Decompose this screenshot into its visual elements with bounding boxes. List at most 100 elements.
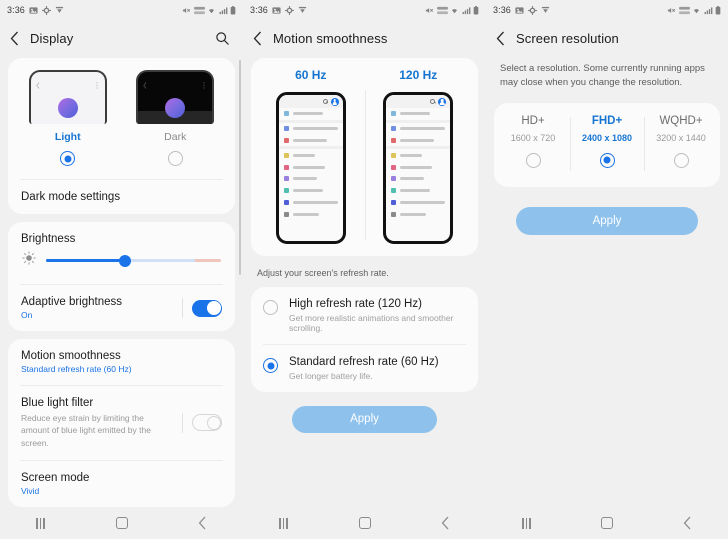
apply-button[interactable]: Apply bbox=[516, 206, 698, 235]
option-high-refresh-rate[interactable]: High refresh rate (120 Hz) Get more real… bbox=[251, 287, 478, 344]
download-icon bbox=[541, 6, 550, 15]
resolution-dimensions: 3200 x 1440 bbox=[656, 132, 706, 143]
mock-item-label bbox=[292, 189, 323, 193]
theme-radio-dark-wrap[interactable] bbox=[167, 151, 183, 171]
theme-options: Light Dark bbox=[8, 58, 235, 179]
back-icon[interactable] bbox=[426, 516, 466, 530]
home-icon[interactable] bbox=[102, 517, 142, 529]
brightness-card: Brightness Adaptive brightness On bbox=[8, 222, 235, 331]
signal-icon bbox=[704, 6, 713, 15]
row-blue-light-filter[interactable]: Blue light filter Reduce eye strain by l… bbox=[8, 386, 235, 460]
back-icon[interactable] bbox=[10, 31, 30, 46]
mock-item-icon bbox=[283, 164, 289, 170]
mock-item-icon bbox=[391, 164, 397, 170]
theme-option-dark[interactable]: Dark bbox=[122, 70, 230, 175]
page-title: Display bbox=[30, 30, 74, 46]
option-title: High refresh rate (120 Hz) bbox=[289, 298, 422, 310]
mock-item-label bbox=[400, 138, 435, 142]
theme-radio-light-wrap[interactable] bbox=[60, 151, 76, 171]
display-options-card: Motion smoothness Standard refresh rate … bbox=[8, 339, 235, 507]
theme-label-dark: Dark bbox=[164, 131, 187, 143]
nav-bar bbox=[486, 507, 728, 539]
blue-light-filter-toggle[interactable] bbox=[192, 414, 222, 432]
row-motion-smoothness[interactable]: Motion smoothness Standard refresh rate … bbox=[8, 339, 235, 385]
wifi-icon bbox=[207, 6, 216, 15]
app-bar-motion: Motion smoothness bbox=[243, 20, 486, 56]
back-icon[interactable] bbox=[668, 516, 708, 530]
status-bar-right bbox=[425, 5, 479, 15]
resolution-radio-wqhd[interactable] bbox=[673, 152, 689, 173]
mock-item-icon bbox=[391, 152, 397, 158]
app-bar-display: Display bbox=[0, 20, 243, 56]
radio-standard-refresh[interactable] bbox=[263, 358, 279, 378]
status-time: 3:36 bbox=[493, 5, 511, 15]
back-icon[interactable] bbox=[496, 31, 516, 46]
search-icon bbox=[430, 99, 436, 104]
resolution-radio-hd[interactable] bbox=[525, 152, 541, 173]
status-bar-left: 3:36 bbox=[250, 5, 307, 15]
row-title: Blue light filter bbox=[21, 397, 94, 409]
app-bar-resolution: Screen resolution bbox=[486, 20, 728, 56]
toggle-knob bbox=[206, 415, 221, 430]
mock-item-icon bbox=[283, 188, 289, 194]
preview-back-icon bbox=[36, 76, 40, 89]
mock-item-label bbox=[400, 112, 431, 116]
adaptive-brightness-toggle[interactable] bbox=[192, 299, 222, 317]
mock-item-label bbox=[400, 177, 425, 181]
recents-icon[interactable] bbox=[264, 517, 304, 529]
option-title: Standard refresh rate (60 Hz) bbox=[289, 356, 439, 368]
apply-button[interactable]: Apply bbox=[292, 406, 437, 433]
scrollbar[interactable] bbox=[239, 60, 241, 275]
signal-icon bbox=[219, 6, 228, 15]
screenshot-icon bbox=[272, 6, 281, 15]
radio-high-refresh[interactable] bbox=[263, 300, 279, 320]
avatar bbox=[330, 97, 339, 106]
recents-icon[interactable] bbox=[506, 517, 546, 529]
row-title: Dark mode settings bbox=[21, 191, 121, 203]
mock-list-item bbox=[386, 123, 450, 135]
blue-light-toggle-group[interactable] bbox=[182, 412, 222, 433]
resolution-option-hd[interactable]: HD+ 1600 x 720 bbox=[496, 115, 570, 173]
mock-item-label bbox=[400, 165, 433, 169]
home-icon[interactable] bbox=[587, 517, 627, 529]
download-icon bbox=[298, 6, 307, 15]
row-adaptive-brightness[interactable]: Adaptive brightness On bbox=[8, 285, 235, 331]
resolution-name: FHD+ bbox=[591, 114, 623, 127]
brightness-slider[interactable] bbox=[46, 254, 221, 268]
back-icon[interactable] bbox=[253, 31, 273, 46]
option-standard-refresh-rate[interactable]: Standard refresh rate (60 Hz) Get longer… bbox=[251, 345, 478, 392]
mock-list-item bbox=[279, 161, 343, 173]
theme-option-light[interactable]: Light bbox=[14, 70, 122, 175]
preview-label-120hz: 120 Hz bbox=[399, 68, 438, 82]
screen-display: 3:36 Display Light Dark Dark mode settin… bbox=[0, 0, 243, 539]
status-time: 3:36 bbox=[7, 5, 25, 15]
row-screen-mode[interactable]: Screen mode Vivid bbox=[8, 461, 235, 507]
recents-icon[interactable] bbox=[21, 517, 61, 529]
option-text: Standard refresh rate (60 Hz) Get longer… bbox=[279, 356, 439, 381]
theme-radio-light[interactable] bbox=[60, 151, 76, 166]
refresh-rate-note: Adjust your screen's refresh rate. bbox=[257, 268, 389, 278]
refresh-rate-options-card: High refresh rate (120 Hz) Get more real… bbox=[251, 287, 478, 392]
row-dark-mode-settings[interactable]: Dark mode settings bbox=[8, 180, 235, 214]
mock-list-item bbox=[279, 135, 343, 147]
slider-warm-zone bbox=[194, 259, 221, 262]
resolution-description: Select a resolution. Some currently runn… bbox=[500, 63, 705, 89]
adaptive-brightness-toggle-group[interactable] bbox=[182, 298, 222, 318]
brightness-slider-row[interactable] bbox=[8, 247, 235, 284]
mock-item-icon bbox=[391, 126, 397, 132]
resolution-option-fhd[interactable]: FHD+ 2400 x 1080 bbox=[570, 115, 644, 173]
resolution-option-wqhd[interactable]: WQHD+ 3200 x 1440 bbox=[644, 115, 718, 173]
search-icon[interactable] bbox=[211, 31, 233, 46]
battery-icon bbox=[715, 5, 721, 15]
slider-thumb[interactable] bbox=[118, 254, 131, 267]
nav-bar bbox=[0, 507, 243, 539]
theme-radio-dark[interactable] bbox=[167, 151, 183, 166]
network-speed-icon bbox=[678, 6, 690, 15]
home-icon[interactable] bbox=[345, 517, 385, 529]
resolution-radio-fhd[interactable] bbox=[599, 152, 615, 173]
mock-top-bar bbox=[278, 95, 343, 108]
theme-card: Light Dark Dark mode settings bbox=[8, 58, 235, 214]
option-subtitle: Get longer battery life. bbox=[289, 371, 373, 381]
back-icon[interactable] bbox=[183, 516, 223, 530]
search-icon bbox=[322, 99, 328, 104]
